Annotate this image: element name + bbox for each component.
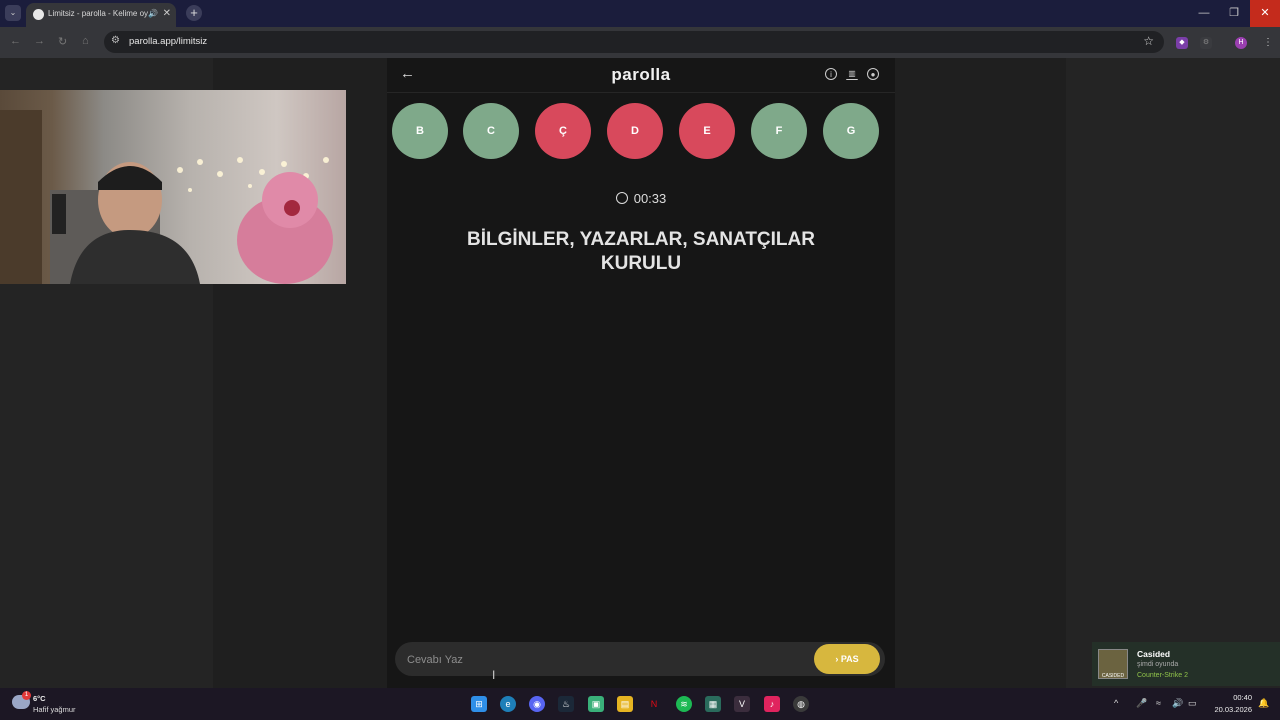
close-tab-icon[interactable]: ✕ <box>163 8 171 19</box>
spotify-icon[interactable]: ≋ <box>676 696 692 712</box>
letter-ball: G <box>823 103 879 159</box>
reload-icon[interactable]: ↻ <box>58 35 67 48</box>
edge-icon[interactable]: e <box>500 696 516 712</box>
discord-icon[interactable]: ◉ <box>529 696 545 712</box>
letter-ball: Ç <box>535 103 591 159</box>
friend-notification[interactable]: CASIDED Casided şimdi oyunda Counter-Str… <box>1092 642 1280 686</box>
clock-icon <box>615 192 628 204</box>
address-bar[interactable]: ⚙ parolla.app/limitsiz ☆ <box>104 31 1164 53</box>
forward-nav-icon[interactable]: → <box>34 35 45 47</box>
countdown-timer: 00:33 <box>387 191 895 206</box>
weather-badge: 1 <box>22 691 31 700</box>
letter-ball: D <box>607 103 663 159</box>
stats-icon[interactable]: ▥ <box>846 68 858 80</box>
question-text: BİLGİNLER, YAZARLAR, SANATÇILAR KURULU <box>467 229 815 274</box>
tiktok-icon[interactable]: ♪ <box>764 696 780 712</box>
battery-icon[interactable]: ▭ <box>1188 698 1197 709</box>
chrome-icon[interactable]: ◍ <box>793 696 809 712</box>
bookmark-star-icon[interactable]: ☆ <box>1143 34 1154 48</box>
close-window-button[interactable]: ✕ <box>1250 0 1280 27</box>
info-icon[interactable]: i <box>825 68 837 80</box>
friend-status: şimdi oyunda <box>1137 661 1179 668</box>
home-icon[interactable]: ⌂ <box>82 35 89 47</box>
clock-date[interactable]: 20.03.2026 <box>1206 705 1252 714</box>
answer-input[interactable] <box>405 642 809 678</box>
webcam-scene <box>0 110 333 284</box>
letter-ball: B <box>392 103 448 159</box>
audio-playing-icon[interactable]: 🔊 <box>148 9 158 18</box>
volume-icon[interactable]: 🔊 <box>1172 698 1183 709</box>
app-tool-icon[interactable]: ▦ <box>705 696 721 712</box>
friend-game: Counter-Strike 2 <box>1137 672 1188 679</box>
tab-search-button[interactable]: ⌄ <box>5 5 21 21</box>
profile-icon[interactable]: ● <box>867 68 879 80</box>
timer-value: 00:33 <box>633 191 667 206</box>
site-info-icon[interactable]: ⚙ <box>111 35 120 46</box>
tab-favicon-icon <box>33 9 44 20</box>
browser-tab-bar: ⌄ Limitsiz - parolla - Kelime oyunu 🔊 ✕ … <box>0 0 1280 27</box>
answer-bar: › PAS <box>395 642 885 678</box>
tab-title: Limitsiz - parolla - Kelime oyunu <box>48 9 148 18</box>
menu-kebab-icon[interactable]: ⋮ <box>1262 37 1274 49</box>
webcam-overlay <box>0 90 346 284</box>
url-text[interactable]: parolla.app/limitsiz <box>129 36 207 47</box>
minimize-button[interactable]: — <box>1189 0 1219 27</box>
friend-name: Casided <box>1137 649 1171 659</box>
start-windows-icon[interactable]: ⊞ <box>471 696 487 712</box>
weather-description[interactable]: Hafif yağmur <box>33 705 76 714</box>
notifications-bell-icon[interactable]: 🔔 <box>1258 698 1269 709</box>
extension-icon[interactable]: ◆ <box>1176 37 1188 49</box>
app-v-icon[interactable]: V <box>734 696 750 712</box>
steam-icon[interactable]: ♨ <box>558 696 574 712</box>
new-tab-button[interactable]: + <box>186 5 202 21</box>
friend-avatar: CASIDED <box>1098 649 1128 679</box>
browser-toolbar: ← → ↻ ⌂ ⚙ parolla.app/limitsiz ☆ ◆ ⚙ H ⋮ <box>0 27 1280 58</box>
extension-puzzle-icon[interactable]: ⚙ <box>1200 37 1212 49</box>
letter-ball: F <box>751 103 807 159</box>
back-nav-icon[interactable]: ← <box>10 35 21 47</box>
show-hidden-icons-icon[interactable]: ^ <box>1114 698 1118 708</box>
app-logo: parolla <box>611 65 671 84</box>
browser-tab[interactable]: Limitsiz - parolla - Kelime oyunu 🔊 ✕ <box>26 3 176 27</box>
wifi-icon[interactable]: ≈ <box>1156 698 1161 708</box>
text-cursor-icon: I <box>492 668 496 682</box>
restore-button[interactable]: ❐ <box>1219 0 1249 27</box>
clock-time[interactable]: 00:40 <box>1212 693 1252 702</box>
pass-label: PAS <box>840 654 859 664</box>
microphone-icon[interactable]: 🎤 <box>1136 698 1147 709</box>
taskbar: 1 6°C Hafif yağmur ⊞ e ◉ ♨ ▣ ▤ N ≋ ▦ V ♪… <box>0 688 1280 720</box>
app-green-icon[interactable]: ▣ <box>588 696 604 712</box>
chevron-right-icon: › <box>835 654 839 664</box>
app-header: ← parolla i ▥ ● <box>387 58 895 93</box>
parolla-app: ← parolla i ▥ ● B C Ç D E F G 00:33 BİLG… <box>387 58 895 688</box>
letter-ball: E <box>679 103 735 159</box>
profile-avatar[interactable]: H <box>1235 37 1247 49</box>
pass-button[interactable]: › PAS <box>814 644 880 674</box>
netflix-icon[interactable]: N <box>646 696 662 712</box>
weather-temperature[interactable]: 6°C <box>33 694 46 703</box>
page-right-margin <box>1066 58 1280 688</box>
letter-carousel: B C Ç D E F G <box>387 103 895 161</box>
letter-ball: C <box>463 103 519 159</box>
file-explorer-icon[interactable]: ▤ <box>617 696 633 712</box>
